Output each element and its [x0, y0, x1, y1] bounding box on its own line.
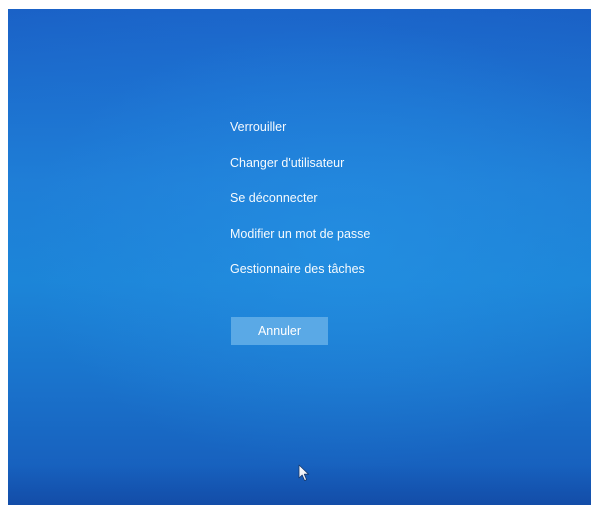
photo-frame: Verrouiller Changer d'utilisateur Se déc… [0, 0, 595, 511]
security-options-screen: Verrouiller Changer d'utilisateur Se déc… [8, 9, 591, 505]
menu-item-lock[interactable]: Verrouiller [230, 119, 370, 135]
cancel-button[interactable]: Annuler [231, 317, 328, 345]
menu-item-task-manager[interactable]: Gestionnaire des tâches [230, 261, 370, 277]
menu-item-change-password[interactable]: Modifier un mot de passe [230, 226, 370, 242]
mouse-pointer-icon [298, 464, 309, 481]
security-options-menu: Verrouiller Changer d'utilisateur Se déc… [230, 119, 370, 297]
menu-item-sign-out[interactable]: Se déconnecter [230, 190, 370, 206]
menu-item-switch-user[interactable]: Changer d'utilisateur [230, 155, 370, 171]
